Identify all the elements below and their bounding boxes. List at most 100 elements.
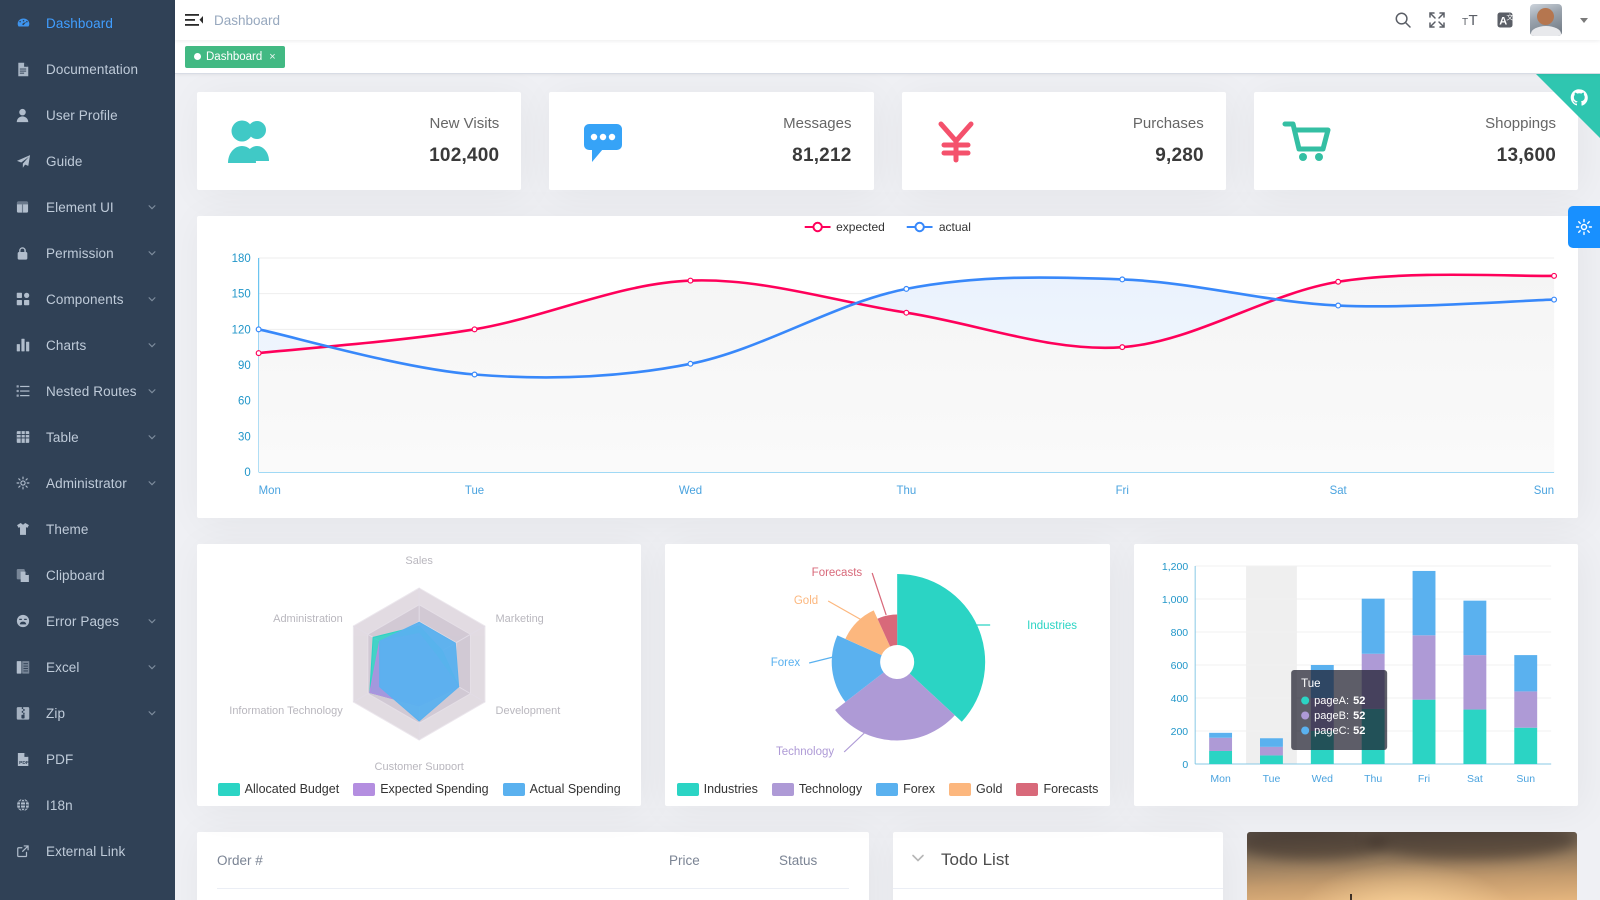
bar-segment-pageC[interactable]	[1361, 598, 1385, 654]
bar-segment-pageA[interactable]	[1208, 750, 1232, 764]
legend-item-industries[interactable]: Industries	[676, 782, 758, 796]
fullscreen-icon[interactable]	[1428, 11, 1446, 29]
sidebar-item-label: Clipboard	[46, 567, 105, 583]
column-header-status: Status	[779, 852, 818, 868]
sidebar-item-table[interactable]: Table	[0, 414, 175, 460]
sidebar-item-zip[interactable]: Zip	[0, 690, 175, 736]
svg-text:T: T	[1469, 12, 1478, 29]
pie-chart-card[interactable]: Industries Technology Forex Gold Forecasts I…	[665, 544, 1110, 806]
bar-segment-pageB[interactable]	[1412, 635, 1436, 700]
chevron-down-icon[interactable]	[147, 340, 157, 350]
sidebar-item-i18n[interactable]: I18n	[0, 782, 175, 828]
translate-icon[interactable]: A 文	[1496, 11, 1514, 29]
card-panel-purchases[interactable]: Purchases 9,280	[901, 92, 1226, 190]
settings-button[interactable]	[1568, 206, 1600, 248]
legend-item-allocated-budget[interactable]: Allocated Budget	[217, 782, 339, 796]
close-icon[interactable]: ×	[269, 51, 275, 63]
chevron-down-icon[interactable]	[147, 202, 157, 212]
spire-shape	[1350, 894, 1352, 900]
sidebar-item-label: PDF	[46, 751, 74, 767]
bar-segment-pageC[interactable]	[1412, 570, 1436, 636]
sidebar-item-label: Components	[46, 291, 124, 307]
chevron-down-icon[interactable]	[147, 708, 157, 718]
hamburger-icon[interactable]	[184, 10, 204, 30]
x-axis-tick: Thu	[897, 485, 917, 497]
chevron-down-icon[interactable]	[147, 432, 157, 442]
order-table-card: Order # Price Status	[197, 832, 869, 900]
radar-chart-card[interactable]: Sales Marketing Development Customer Suppor…	[197, 544, 642, 806]
chevron-down-icon[interactable]	[147, 294, 157, 304]
sidebar-item-pdf[interactable]: PDF PDF	[0, 736, 175, 782]
avatar[interactable]	[1530, 4, 1562, 36]
radar-indicator-label: Marketing	[496, 613, 544, 625]
sidebar-item-nested-routes[interactable]: Nested Routes	[0, 368, 175, 414]
sidebar-item-dashboard[interactable]: Dashboard	[0, 0, 175, 46]
data-point	[255, 326, 262, 333]
sidebar-item-user-profile[interactable]: User Profile	[0, 92, 175, 138]
chevron-down-icon[interactable]	[147, 386, 157, 396]
sidebar-item-external-link[interactable]: External Link	[0, 828, 175, 874]
pie-label-forecasts: Forecasts	[812, 567, 863, 579]
nested-list-icon	[16, 383, 38, 399]
sidebar-item-administrator[interactable]: Administrator	[0, 460, 175, 506]
search-icon[interactable]	[1394, 11, 1412, 29]
legend-item-gold[interactable]: Gold	[949, 782, 1002, 796]
sidebar-item-permission[interactable]: Permission	[0, 230, 175, 276]
bar-segment-pageB[interactable]	[1463, 655, 1486, 710]
sidebar-item-error-pages[interactable]: Error Pages	[0, 598, 175, 644]
bar-segment-pageC[interactable]	[1513, 655, 1537, 692]
card-panel-shoppings[interactable]: Shoppings 13,600	[1253, 92, 1578, 190]
chevron-down-icon[interactable]	[1580, 17, 1588, 23]
chevron-down-icon[interactable]	[147, 478, 157, 488]
bar-segment-pageC[interactable]	[1208, 732, 1232, 738]
sidebar-item-charts[interactable]: Charts	[0, 322, 175, 368]
chevron-down-icon[interactable]	[147, 616, 157, 626]
bar-segment-pageA[interactable]	[1259, 755, 1283, 764]
todo-header[interactable]: Todo List	[893, 832, 1223, 888]
text-size-icon[interactable]: T T	[1462, 11, 1480, 29]
bar-segment-pageB[interactable]	[1208, 737, 1232, 751]
y-axis-tick: 90	[238, 360, 251, 372]
pie-leader-line	[871, 572, 888, 616]
legend-item-technology[interactable]: Technology	[771, 782, 862, 796]
bar-segment-pageB[interactable]	[1513, 691, 1537, 728]
element-ui-icon	[16, 199, 38, 215]
line-chart-plot[interactable]: 0 30 60 90 120 150 180 Mon Tue Wed Thu Fri Sat Sun	[213, 230, 1562, 512]
breadcrumb[interactable]: Dashboard	[214, 13, 280, 28]
legend-item-forex[interactable]: Forex	[876, 782, 935, 796]
sidebar-item-guide[interactable]: Guide	[0, 138, 175, 184]
chart-row: Sales Marketing Development Customer Suppor…	[197, 544, 1578, 806]
tag-item-dashboard[interactable]: Dashboard ×	[185, 45, 285, 68]
bar-segment-pageA[interactable]	[1412, 699, 1436, 764]
sidebar-item-excel[interactable]: Excel	[0, 644, 175, 690]
sidebar-item-documentation[interactable]: Documentation	[0, 46, 175, 92]
pie-leader-line	[828, 600, 866, 623]
legend-item-expected-spending[interactable]: Expected Spending	[353, 782, 489, 796]
navbar-actions: T T A 文	[1394, 4, 1600, 36]
sunset-skyline-photo[interactable]	[1247, 832, 1577, 900]
bar-segment-pageC[interactable]	[1463, 600, 1486, 656]
bar-segment-pageA[interactable]	[1463, 709, 1486, 764]
legend-item-actual-spending[interactable]: Actual Spending	[502, 782, 621, 796]
radar-indicator-label: Information Technology	[229, 705, 343, 717]
card-panel-messages[interactable]: Messages 81,212	[549, 92, 874, 190]
chevron-down-icon[interactable]	[147, 248, 157, 258]
card-panel-new-visits[interactable]: New Visits 102,400	[197, 92, 522, 190]
y-axis-tick: 200	[1170, 726, 1188, 738]
legend-item-forecasts[interactable]: Forecasts	[1016, 782, 1098, 796]
tag-label: Dashboard	[206, 50, 263, 63]
bar-chart-card[interactable]: 0 200 400 600 800 1,000 1,200 Mon Tue Wed Thu Fri Sa…	[1133, 544, 1578, 806]
bar-segment-pageC[interactable]	[1259, 738, 1283, 747]
sidebar-item-components[interactable]: Components	[0, 276, 175, 322]
bar-chart-icon	[16, 337, 38, 353]
chevron-down-icon[interactable]	[909, 849, 927, 872]
bar-segment-pageA[interactable]	[1513, 727, 1537, 764]
legend-swatch	[1016, 782, 1039, 796]
legend-swatch	[771, 782, 794, 796]
y-axis-tick: 800	[1170, 627, 1188, 639]
sidebar-item-theme[interactable]: Theme	[0, 506, 175, 552]
chevron-down-icon[interactable]	[147, 662, 157, 672]
bar-segment-pageB[interactable]	[1259, 746, 1283, 756]
sidebar-item-element-ui[interactable]: Element UI	[0, 184, 175, 230]
sidebar-item-clipboard[interactable]: Clipboard	[0, 552, 175, 598]
